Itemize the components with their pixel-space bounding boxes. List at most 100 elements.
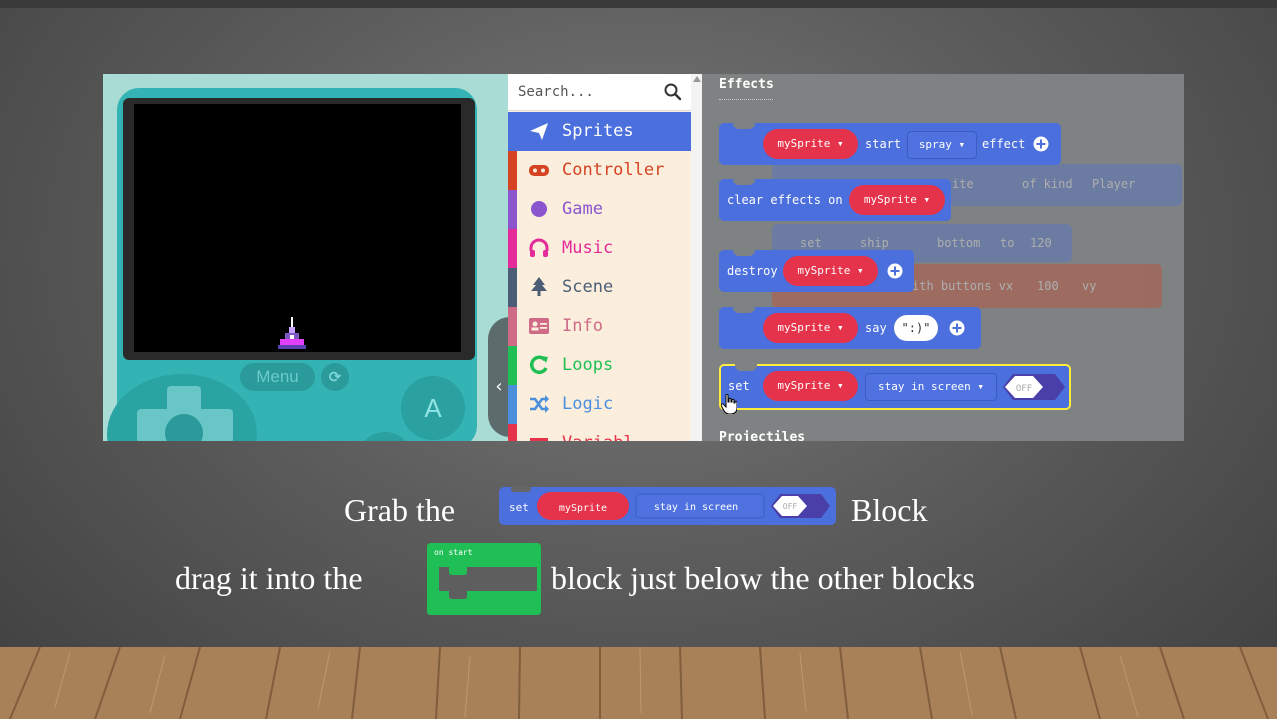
player-ship-sprite [278,317,306,349]
scroll-up-icon[interactable] [693,76,701,82]
toolbox-search [508,74,691,111]
category-label: Sprites [562,121,634,141]
effect-dropdown[interactable]: spray ▾ [907,131,977,159]
ghost-set-label: set [800,236,822,250]
circle-icon [531,201,547,217]
add-parameter-icon[interactable] [887,263,903,279]
ghost-kind-value: Player [1092,177,1136,191]
gamepad-icon [529,165,549,176]
start-label: start [865,137,902,151]
block-notch [733,249,755,256]
category-scene[interactable]: Scene [508,268,691,307]
block-notch [733,306,755,313]
ghost-vx-value: 100 [1037,279,1059,293]
category-controller[interactable]: Controller [508,151,691,190]
wood-floor-decoration [0,647,1277,719]
toolbox-scrollbar[interactable] [691,74,702,441]
ghost-buttons-label: ith buttons vx [912,279,1014,293]
id-card-icon [529,318,549,334]
hand-cursor-icon [721,394,737,414]
instruction-line-2-suffix: block just below the other blocks [551,560,975,596]
on-off-toggle[interactable]: OFF [1003,374,1065,400]
say-label: say [865,321,887,335]
start-effect-block[interactable]: mySprite ▾ start spray ▾ effect [719,122,1061,165]
category-label: Controller [562,160,665,180]
category-label: Logic [562,394,614,414]
block-notch [733,122,755,129]
category-variables[interactable]: Variabl [508,424,691,441]
add-parameter-icon[interactable] [949,320,965,336]
category-label: Music [562,238,614,258]
category-loops[interactable]: Loops [508,346,691,385]
category-color-stripe [508,424,517,441]
add-parameter-icon[interactable] [1033,136,1049,152]
category-color-stripe [508,190,517,229]
game-simulator: Menu ⟳ A ‹ [103,74,510,441]
sprite-variable-pill[interactable]: mySprite ▾ [783,256,878,286]
clear-effects-block[interactable]: clear effects on mySprite ▾ [719,178,951,221]
category-color-stripe [508,268,517,307]
ghost-ship-label: ship [860,236,889,250]
block-notch [735,364,757,371]
instruction-line-1-prefix: Grab the [344,492,456,528]
section-underline [719,99,773,100]
category-label: Info [562,316,603,336]
paper-plane-icon [530,123,548,140]
toolbox: Sprites Controller Game Music Scene Info [508,74,691,441]
toggle-state-label: OFF [1016,384,1032,394]
collapse-simulator-icon[interactable]: ‹ [488,317,510,437]
category-color-stripe [508,307,517,346]
category-game[interactable]: Game [508,190,691,229]
list-icon [530,438,548,441]
refresh-icon [529,355,548,375]
inline-on-start-block-image: on start [427,543,541,615]
category-color-stripe [508,346,517,385]
inline-option-label: stay in screen [654,502,738,513]
game-screen[interactable] [134,104,461,352]
ghost-sprite-label: ite [952,177,974,191]
category-label: Scene [562,277,614,297]
say-text-input[interactable]: ":)" [894,315,938,341]
instruction-line-1-suffix: Block [851,492,928,528]
category-music[interactable]: Music [508,229,691,268]
category-color-stripe [508,151,517,190]
sprite-flag-dropdown[interactable]: stay in screen ▾ [865,373,997,401]
category-label: Game [562,199,603,219]
section-title-effects: Effects [719,77,774,92]
slide-top-border [0,0,1277,8]
editor-screenshot: Menu ⟳ A ‹ Sprites Controller [103,74,1184,441]
section-title-projectiles: Projectiles [719,430,806,441]
destroy-label: destroy [727,264,778,278]
inline-on-start-label: on start [434,548,473,557]
menu-button[interactable]: Menu [240,363,315,391]
inline-sprite-label: mySprite [559,503,607,514]
a-button[interactable]: A [401,376,465,440]
category-info[interactable]: Info [508,307,691,346]
sprite-variable-pill[interactable]: mySprite ▾ [763,129,858,159]
tree-icon [531,277,547,296]
category-sprites[interactable]: Sprites [508,112,691,151]
inline-set-block-image: set mySprite stay in screen OFF [499,487,836,525]
block-flyout: Effects ite of kind Player set ship bott… [702,74,1184,441]
clear-effects-label: clear effects on [727,193,843,207]
say-block[interactable]: mySprite ▾ say ":)" [719,306,981,349]
category-logic[interactable]: Logic [508,385,691,424]
ghost-to-label: to [1000,236,1015,250]
search-input[interactable] [518,81,658,103]
ghost-vy-label: vy [1082,279,1097,293]
category-label: Variabl [562,433,634,441]
sprite-variable-pill[interactable]: mySprite ▾ [849,185,945,215]
sprite-variable-pill[interactable]: mySprite ▾ [763,371,858,401]
category-color-stripe [508,385,517,424]
destroy-block[interactable]: destroy mySprite ▾ [719,249,914,292]
stay-in-screen-block[interactable]: set mySprite ▾ stay in screen ▾ OFF [719,364,1071,410]
category-color-stripe [508,229,517,268]
effect-label: effect [982,137,1026,151]
restart-icon[interactable]: ⟳ [321,363,349,391]
inline-toggle-label: OFF [783,502,798,511]
search-icon[interactable] [663,82,683,102]
shuffle-icon [530,395,549,413]
block-notch [733,178,755,185]
sprite-variable-pill[interactable]: mySprite ▾ [763,313,858,343]
category-color-stripe [508,112,517,151]
